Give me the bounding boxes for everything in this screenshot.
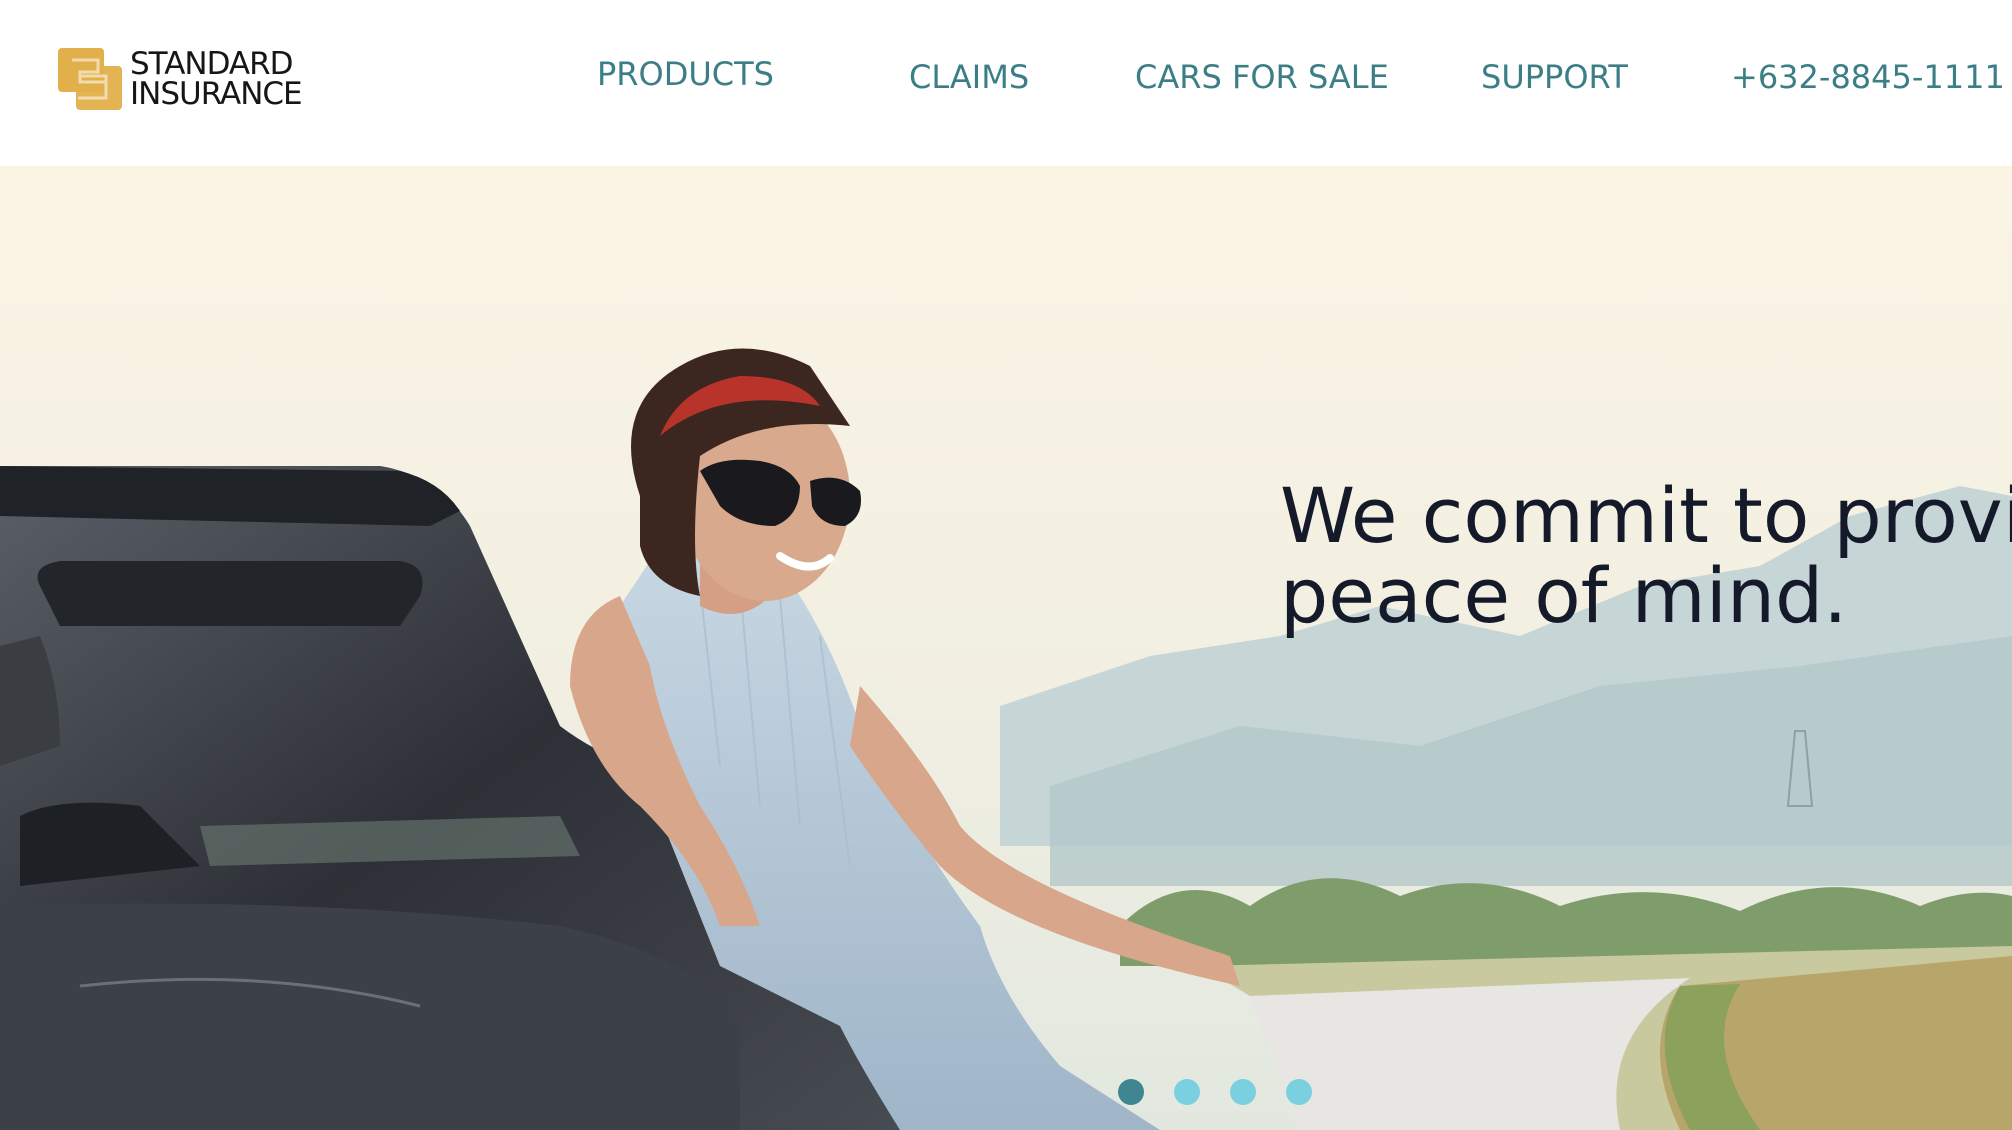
carousel-dot-3[interactable]: [1230, 1079, 1256, 1105]
nav-support[interactable]: SUPPORT: [1481, 58, 1628, 96]
hero-headline-line2: peace of mind.: [1280, 551, 1848, 640]
brand-line2: INSURANCE: [130, 76, 303, 112]
hero-image: [0, 166, 2012, 1130]
brand-logo[interactable]: STANDARD INSURANCE: [58, 46, 303, 112]
nav-cars-for-sale[interactable]: CARS FOR SALE: [1135, 58, 1389, 96]
brand-line1: STANDARD: [130, 46, 294, 82]
carousel-dots: [1118, 1079, 1312, 1105]
hero-headline-line1: We commit to provic: [1280, 471, 2012, 560]
nav-phone[interactable]: +632-8845-1111: [1731, 58, 2005, 96]
carousel-dot-2[interactable]: [1174, 1079, 1200, 1105]
hero-headline: We commit to provic peace of mind.: [1280, 476, 2012, 636]
carousel-dot-4[interactable]: [1286, 1079, 1312, 1105]
hero-banner: We commit to provic peace of mind.: [0, 166, 2012, 1130]
nav-products[interactable]: PRODUCTS: [597, 55, 774, 93]
site-header: STANDARD INSURANCE PRODUCTS CLAIMS CARS …: [0, 0, 2012, 166]
nav-claims[interactable]: CLAIMS: [909, 58, 1029, 96]
logo-mark-icon: [58, 48, 122, 110]
brand-name: STANDARD INSURANCE: [130, 46, 303, 112]
carousel-dot-1[interactable]: [1118, 1079, 1144, 1105]
